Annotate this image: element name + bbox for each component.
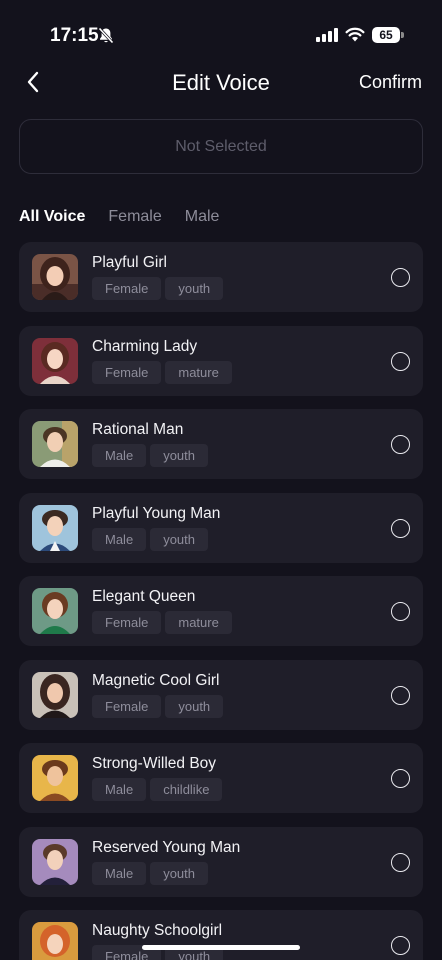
voice-filter-tabs: All Voice Female Male bbox=[19, 208, 219, 232]
radio-button[interactable] bbox=[391, 268, 410, 287]
tag-gender: Male bbox=[92, 778, 147, 801]
voice-name: Playful Girl bbox=[92, 254, 167, 271]
avatar bbox=[32, 504, 78, 551]
avatar bbox=[32, 588, 78, 634]
tag-age: youth bbox=[165, 694, 224, 718]
voice-tags: Female youth bbox=[92, 277, 224, 300]
voice-tags: Male youth bbox=[92, 444, 208, 467]
voice-item-reserved-young-man[interactable]: Reserved Young Man Male youth bbox=[19, 826, 423, 897]
radio-button[interactable] bbox=[391, 852, 410, 872]
voice-tags: Male youth bbox=[92, 861, 208, 885]
status-bar: 17:15 65 bbox=[0, 0, 442, 64]
battery-icon: 65 bbox=[372, 27, 400, 43]
voice-tags: Female mature bbox=[92, 360, 232, 384]
voice-tags: Male childlike bbox=[92, 778, 223, 801]
radio-button[interactable] bbox=[391, 351, 410, 371]
voice-name: Charming Lady bbox=[92, 337, 198, 355]
tag-age: youth bbox=[150, 861, 208, 885]
header: Edit Voice Confirm bbox=[0, 62, 442, 102]
confirm-button[interactable]: Confirm bbox=[359, 72, 422, 93]
avatar bbox=[32, 755, 78, 801]
voice-item-playful-young-man[interactable]: Playful Young Man Male youth bbox=[19, 492, 423, 563]
signal-icon bbox=[316, 28, 338, 42]
tag-gender: Male bbox=[92, 861, 147, 885]
tag-age: mature bbox=[165, 611, 232, 634]
tag-gender: Female bbox=[92, 360, 162, 384]
avatar bbox=[32, 254, 78, 300]
radio-button[interactable] bbox=[391, 518, 410, 538]
voice-item-strong-willed-boy[interactable]: Strong-Willed Boy Male childlike bbox=[19, 743, 423, 813]
radio-button[interactable] bbox=[391, 685, 410, 705]
battery-tip bbox=[401, 32, 404, 38]
voice-item-rational-man[interactable]: Rational Man Male youth bbox=[19, 409, 423, 479]
tab-all-voice[interactable]: All Voice bbox=[19, 208, 85, 232]
voice-tags: Male youth bbox=[92, 527, 208, 551]
tag-age: childlike bbox=[150, 778, 223, 801]
voice-name: Elegant Queen bbox=[92, 588, 196, 605]
voice-item-naughty-schoolgirl[interactable]: Naughty Schoolgirl Female youth bbox=[19, 910, 423, 960]
tag-gender: Female bbox=[92, 277, 162, 300]
tag-age: youth bbox=[150, 527, 208, 551]
voice-name: Playful Young Man bbox=[92, 504, 221, 522]
tag-age: youth bbox=[165, 277, 224, 300]
voice-item-charming-lady[interactable]: Charming Lady Female mature bbox=[19, 325, 423, 396]
avatar bbox=[32, 922, 78, 960]
voice-item-playful-girl[interactable]: Playful Girl Female youth bbox=[19, 242, 423, 312]
avatar bbox=[32, 838, 78, 885]
radio-button[interactable] bbox=[391, 435, 410, 454]
voice-item-elegant-queen[interactable]: Elegant Queen Female mature bbox=[19, 576, 423, 646]
tag-age: youth bbox=[150, 444, 208, 467]
avatar bbox=[32, 337, 78, 384]
selected-voice-field[interactable]: Not Selected bbox=[19, 119, 423, 174]
avatar bbox=[32, 671, 78, 718]
voice-item-magnetic-cool-girl[interactable]: Magnetic Cool Girl Female youth bbox=[19, 659, 423, 730]
tab-male[interactable]: Male bbox=[185, 208, 220, 232]
voice-name: Strong-Willed Boy bbox=[92, 755, 217, 772]
voice-list: Playful Girl Female youth Charming Lady … bbox=[19, 242, 423, 960]
tab-female[interactable]: Female bbox=[108, 208, 161, 232]
tag-gender: Male bbox=[92, 527, 147, 551]
voice-name: Reserved Young Man bbox=[92, 838, 241, 856]
voice-tags: Female youth bbox=[92, 694, 224, 718]
tag-gender: Female bbox=[92, 694, 162, 718]
tag-age: mature bbox=[165, 360, 232, 384]
voice-name: Rational Man bbox=[92, 421, 184, 438]
selected-voice-placeholder: Not Selected bbox=[175, 137, 267, 155]
voice-name: Magnetic Cool Girl bbox=[92, 671, 220, 689]
tag-gender: Male bbox=[92, 444, 147, 467]
tag-gender: Female bbox=[92, 611, 162, 634]
radio-button[interactable] bbox=[391, 769, 410, 788]
home-indicator[interactable] bbox=[142, 945, 300, 950]
bell-slash-icon bbox=[98, 27, 114, 44]
voice-tags: Female mature bbox=[92, 611, 232, 634]
avatar bbox=[32, 421, 78, 467]
radio-button[interactable] bbox=[391, 936, 410, 955]
voice-name: Naughty Schoolgirl bbox=[92, 922, 223, 939]
status-time: 17:15 bbox=[50, 25, 99, 46]
radio-button[interactable] bbox=[391, 602, 410, 621]
wifi-icon bbox=[345, 27, 365, 42]
